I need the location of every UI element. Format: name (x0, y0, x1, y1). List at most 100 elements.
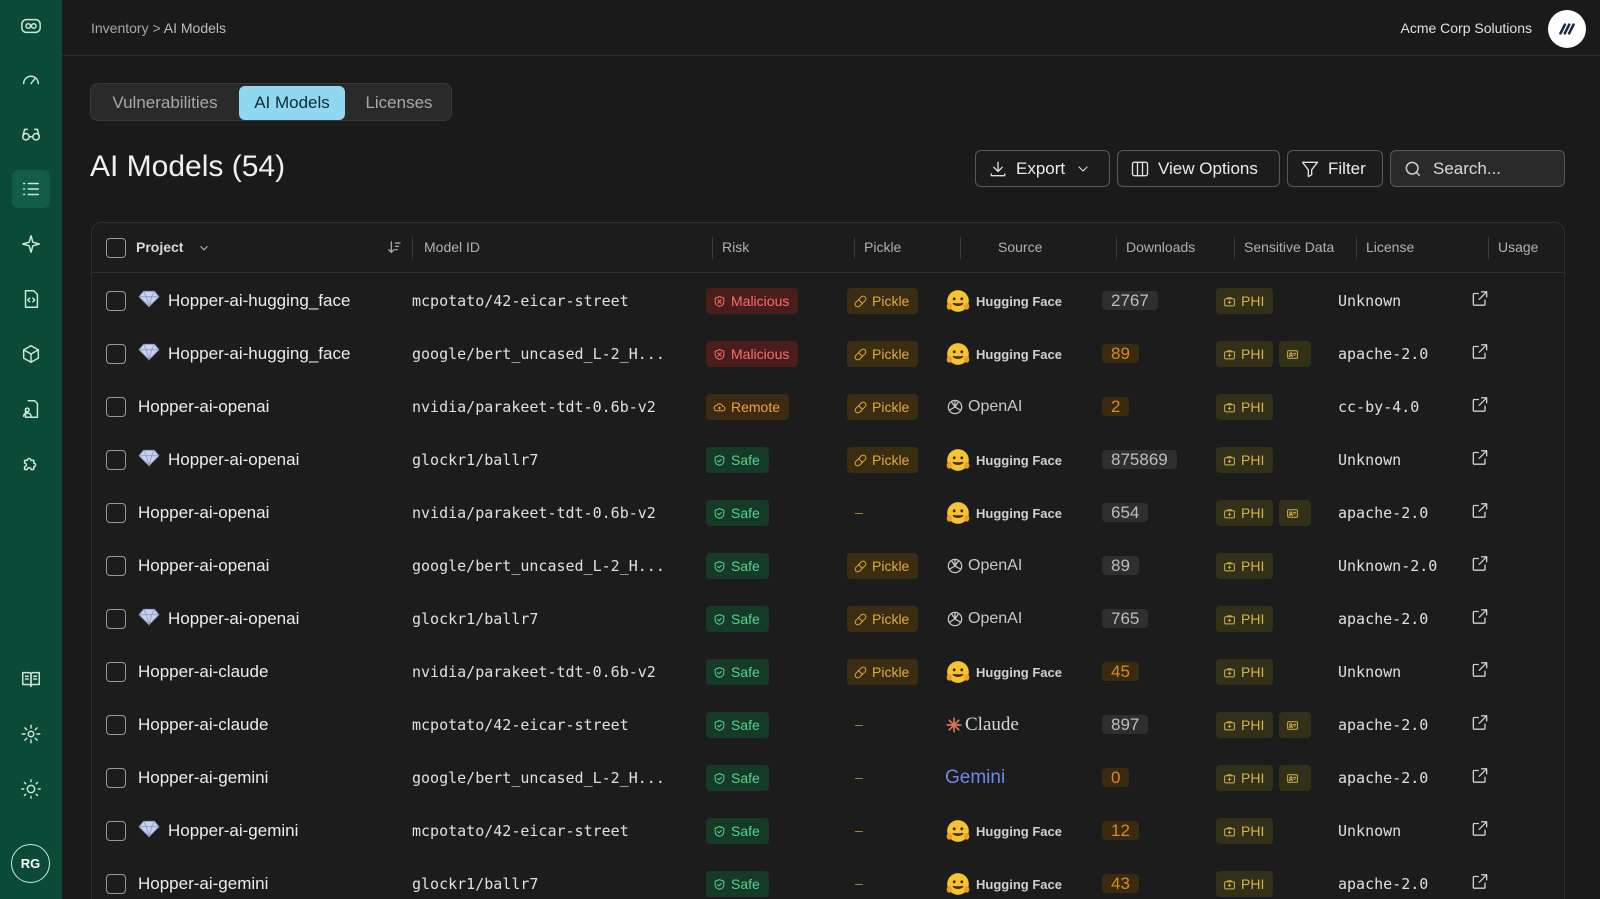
row-checkbox[interactable] (106, 503, 126, 523)
project-name[interactable]: Hopper-ai-openai (138, 503, 269, 523)
project-name[interactable]: Hopper-ai-openai (138, 397, 269, 417)
glasses-icon[interactable] (12, 115, 50, 153)
column-header-downloads[interactable]: Downloads (1126, 239, 1195, 255)
table-row[interactable]: Hopper-ai-gemini glockr1/ballr7 Safe – H… (92, 857, 1564, 899)
column-header-source[interactable]: Source (998, 239, 1042, 255)
downloads-count: 2767 (1102, 291, 1158, 310)
code-file-icon[interactable] (12, 280, 50, 318)
table-row[interactable]: Hopper-ai-claude mcpotato/42-eicar-stree… (92, 698, 1564, 752)
tab-ai-models[interactable]: AI Models (239, 86, 345, 120)
table-row[interactable]: Hopper-ai-hugging_face google/bert_uncas… (92, 327, 1564, 381)
row-checkbox[interactable] (106, 344, 126, 364)
row-checkbox[interactable] (106, 397, 126, 417)
external-link-icon[interactable] (1470, 660, 1490, 685)
tab-licenses[interactable]: Licenses (347, 86, 451, 120)
view-options-button[interactable]: View Options (1117, 150, 1280, 187)
model-id[interactable]: glockr1/ballr7 (412, 610, 538, 628)
id-card-icon (1286, 719, 1304, 732)
table-row[interactable]: Hopper-ai-claude nvidia/parakeet-tdt-0.6… (92, 645, 1564, 699)
external-link-icon[interactable] (1470, 448, 1490, 473)
phi-label: PHI (1241, 399, 1265, 415)
project-name[interactable]: Hopper-ai-openai (138, 556, 269, 576)
model-id[interactable]: nvidia/parakeet-tdt-0.6b-v2 (412, 398, 656, 416)
external-link-icon[interactable] (1470, 342, 1490, 367)
row-checkbox[interactable] (106, 821, 126, 841)
row-checkbox[interactable] (106, 768, 126, 788)
column-header-risk[interactable]: Risk (722, 239, 749, 255)
table-row[interactable]: Hopper-ai-gemini mcpotato/42-eicar-stree… (92, 804, 1564, 858)
search-box[interactable] (1390, 150, 1565, 187)
list-icon[interactable] (12, 170, 50, 208)
app-logo-icon[interactable] (12, 7, 50, 45)
model-id[interactable]: mcpotato/42-eicar-street (412, 716, 629, 734)
project-name[interactable]: Hopper-ai-claude (138, 662, 268, 682)
model-id[interactable]: glockr1/ballr7 (412, 875, 538, 893)
shield-check-icon (713, 772, 731, 785)
model-id[interactable]: nvidia/parakeet-tdt-0.6b-v2 (412, 663, 656, 681)
external-link-icon[interactable] (1470, 607, 1490, 632)
model-id[interactable]: google/bert_uncased_L-2_H... (412, 557, 665, 575)
external-link-icon[interactable] (1470, 766, 1490, 791)
column-header-sensitive-data[interactable]: Sensitive Data (1244, 239, 1334, 255)
filter-button[interactable]: Filter (1287, 150, 1383, 187)
project-name[interactable]: Hopper-ai-openai (168, 609, 299, 629)
project-name[interactable]: Hopper-ai-gemini (138, 768, 268, 788)
column-header-project[interactable]: Project (136, 239, 211, 255)
project-name[interactable]: Hopper-ai-openai (168, 450, 299, 470)
document-user-icon[interactable] (12, 390, 50, 428)
column-header-pickle[interactable]: Pickle (864, 239, 901, 255)
table-row[interactable]: Hopper-ai-openai nvidia/parakeet-tdt-0.6… (92, 486, 1564, 540)
external-link-icon[interactable] (1470, 554, 1490, 579)
docs-book-icon[interactable] (12, 660, 50, 698)
model-id[interactable]: google/bert_uncased_L-2_H... (412, 769, 665, 787)
breadcrumb-inventory[interactable]: Inventory > (91, 20, 161, 36)
external-link-icon[interactable] (1470, 501, 1490, 526)
org-name[interactable]: Acme Corp Solutions (1400, 20, 1532, 36)
select-all-checkbox[interactable] (106, 238, 126, 258)
row-checkbox[interactable] (106, 874, 126, 894)
sparkle-icon[interactable] (12, 225, 50, 263)
puzzle-icon[interactable] (12, 445, 50, 483)
project-name[interactable]: Hopper-ai-claude (138, 715, 268, 735)
row-checkbox[interactable] (106, 609, 126, 629)
table-row[interactable]: Hopper-ai-gemini google/bert_uncased_L-2… (92, 751, 1564, 805)
export-button[interactable]: Export (975, 150, 1110, 187)
project-name[interactable]: Hopper-ai-hugging_face (168, 291, 350, 311)
row-checkbox[interactable] (106, 662, 126, 682)
search-input[interactable] (1433, 158, 1553, 179)
user-avatar[interactable]: RG (11, 844, 50, 883)
package-cube-icon[interactable] (12, 335, 50, 373)
org-logo-icon[interactable] (1548, 10, 1586, 48)
external-link-icon[interactable] (1470, 819, 1490, 844)
external-link-icon[interactable] (1470, 872, 1490, 897)
sort-icon[interactable] (386, 239, 402, 260)
model-id[interactable]: nvidia/parakeet-tdt-0.6b-v2 (412, 504, 656, 522)
row-checkbox[interactable] (106, 556, 126, 576)
dashboard-gauge-icon[interactable] (12, 60, 50, 98)
model-id[interactable]: google/bert_uncased_L-2_H... (412, 345, 665, 363)
row-checkbox[interactable] (106, 450, 126, 470)
table-row[interactable]: Hopper-ai-openai nvidia/parakeet-tdt-0.6… (92, 380, 1564, 434)
model-id[interactable]: mcpotato/42-eicar-street (412, 822, 629, 840)
external-link-icon[interactable] (1470, 289, 1490, 314)
table-row[interactable]: Hopper-ai-openai glockr1/ballr7 Safe Pic… (92, 433, 1564, 487)
column-header-model-id[interactable]: Model ID (424, 239, 480, 255)
settings-gear-icon[interactable] (12, 715, 50, 753)
project-name[interactable]: Hopper-ai-gemini (168, 821, 298, 841)
external-link-icon[interactable] (1470, 713, 1490, 738)
model-id[interactable]: glockr1/ballr7 (412, 451, 538, 469)
row-checkbox[interactable] (106, 291, 126, 311)
project-name[interactable]: Hopper-ai-gemini (138, 874, 268, 894)
model-id[interactable]: mcpotato/42-eicar-street (412, 292, 629, 310)
hugging-face-logo-icon (945, 818, 971, 844)
table-row[interactable]: Hopper-ai-hugging_face mcpotato/42-eicar… (92, 274, 1564, 328)
table-row[interactable]: Hopper-ai-openai glockr1/ballr7 Safe Pic… (92, 592, 1564, 646)
theme-sun-icon[interactable] (12, 770, 50, 808)
external-link-icon[interactable] (1470, 395, 1490, 420)
column-header-license[interactable]: License (1366, 239, 1414, 255)
table-row[interactable]: Hopper-ai-openai google/bert_uncased_L-2… (92, 539, 1564, 593)
column-header-usage[interactable]: Usage (1498, 239, 1538, 255)
tab-vulnerabilities[interactable]: Vulnerabilities (93, 86, 237, 120)
project-name[interactable]: Hopper-ai-hugging_face (168, 344, 350, 364)
row-checkbox[interactable] (106, 715, 126, 735)
